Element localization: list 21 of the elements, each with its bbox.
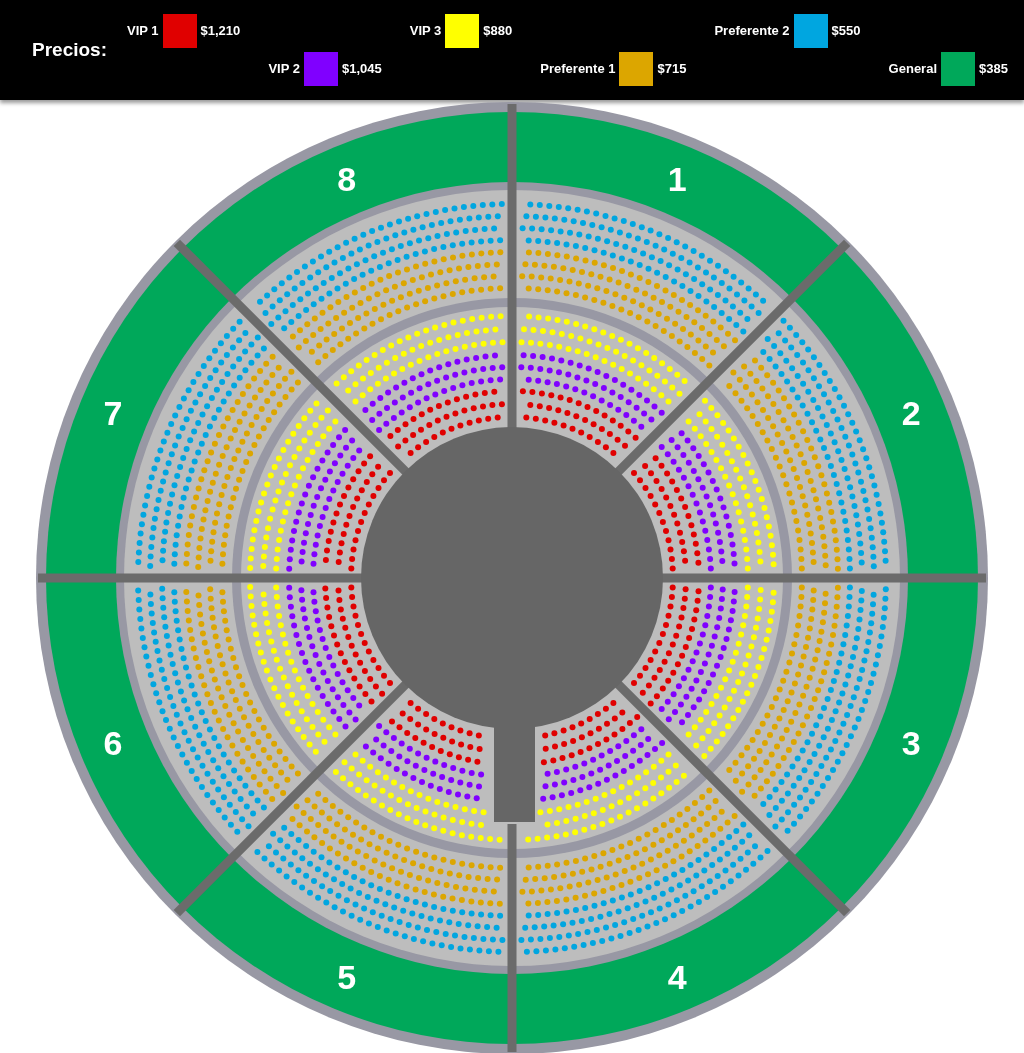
price-label: $385 <box>979 60 1008 79</box>
price-tier-label: Preferente 1 <box>540 60 616 79</box>
section-number: 2 <box>901 393 921 432</box>
section-number: 6 <box>103 724 123 763</box>
price-tier-label: VIP 3 <box>409 22 442 41</box>
price-tier-label: Preferente 2 <box>714 22 790 41</box>
price-label: $1,210 <box>200 22 241 41</box>
price-tier-label: VIP 2 <box>268 60 300 79</box>
legend-title: Precios: <box>32 37 107 62</box>
price-label: $715 <box>657 60 687 79</box>
price-label: $880 <box>483 22 513 41</box>
section-number: 5 <box>337 958 357 997</box>
section-number: 3 <box>901 724 921 763</box>
section-number: 4 <box>667 958 687 997</box>
price-label: $550 <box>831 22 861 41</box>
section-number: 1 <box>667 159 687 198</box>
section-number: 8 <box>337 159 357 198</box>
price-tier-label: VIP 1 <box>127 22 159 41</box>
section-number: 7 <box>103 393 123 432</box>
price-tier-label: General <box>888 60 937 79</box>
price-label: $1,045 <box>341 60 382 79</box>
